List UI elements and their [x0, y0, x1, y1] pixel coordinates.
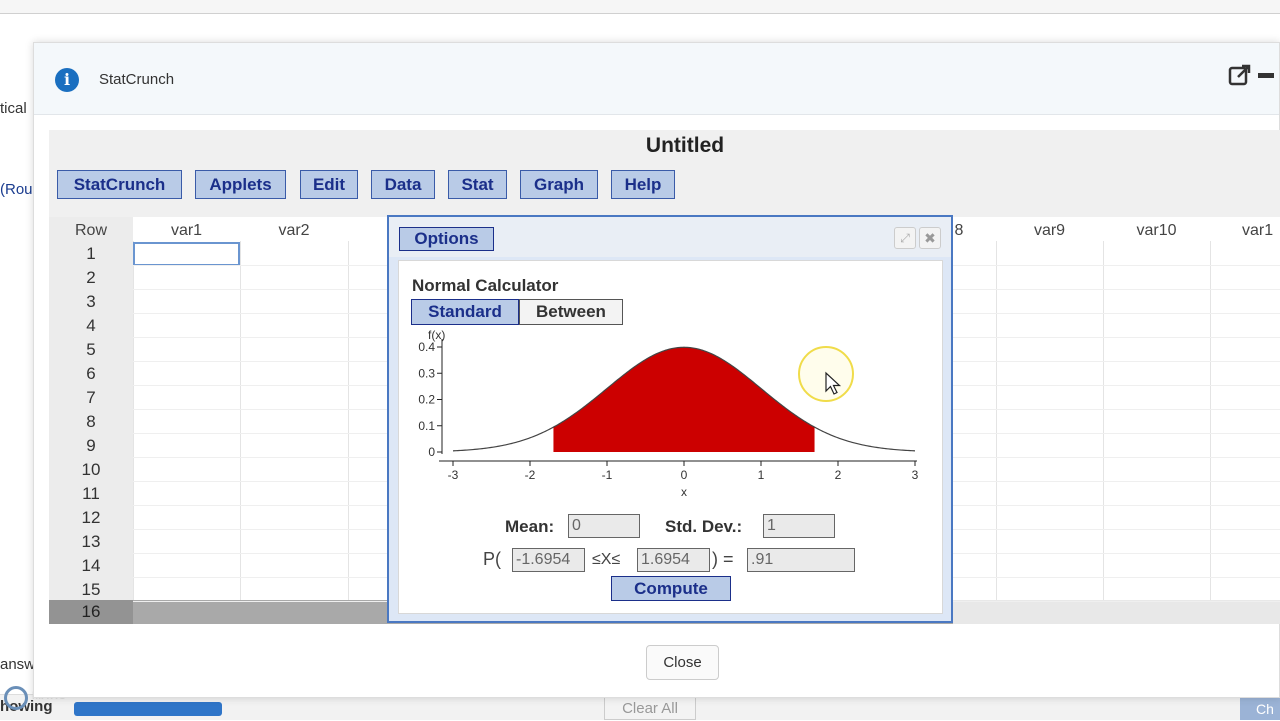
background-link[interactable]: (Rou: [0, 181, 33, 198]
menu-graph[interactable]: Graph: [520, 170, 598, 199]
row-16-right-cells: [953, 600, 1280, 624]
normal-distribution-plot: -3 -2 -1 0 1 2 3 0 0.1 0.2 0.3 0.4f(x) x: [418, 328, 919, 499]
x-tick-label: 0: [681, 468, 688, 482]
row-number: 14: [81, 556, 101, 575]
info-icon: i: [55, 68, 79, 92]
mean-field[interactable]: 0: [568, 514, 640, 538]
row-number: 6: [86, 364, 96, 383]
row-number: 10: [81, 460, 101, 479]
sheet-title: Untitled: [645, 134, 725, 157]
tab-standard[interactable]: Standard: [411, 299, 519, 325]
menu-edit[interactable]: Edit: [300, 170, 358, 199]
upper-bound-field[interactable]: 1.6954: [637, 548, 710, 572]
mean-label: Mean:: [505, 517, 555, 536]
watermark-logo: [4, 686, 28, 710]
modal-title: StatCrunch: [99, 71, 175, 88]
options-button[interactable]: Options: [399, 227, 494, 251]
x-axis-label: x: [681, 485, 687, 499]
x-tick-label: 3: [912, 468, 919, 482]
minimize-icon[interactable]: [1258, 73, 1274, 78]
modal-header: i StatCrunch: [34, 43, 1279, 115]
progress-bar: [74, 702, 222, 716]
probability-label: P(: [483, 549, 501, 569]
background-text: answ: [0, 656, 36, 673]
mouse-cursor-icon: [825, 371, 842, 395]
inequality-label: ≤X≤: [592, 551, 621, 568]
row-number: 13: [81, 532, 101, 551]
row-number: 7: [86, 388, 96, 407]
close-button[interactable]: Close: [646, 645, 719, 680]
y-tick-label: 0.1: [418, 419, 435, 433]
std-dev-label: Std. Dev.:: [665, 517, 743, 536]
x-tick-label: -1: [602, 468, 613, 482]
x-tick-label: 2: [835, 468, 842, 482]
column-header-var9[interactable]: var9: [996, 222, 1103, 240]
lower-bound-field[interactable]: -1.6954: [512, 548, 585, 572]
row-number: 5: [86, 340, 96, 359]
row-number: 4: [86, 316, 96, 335]
column-header-var2[interactable]: var2: [240, 222, 348, 240]
selected-cell[interactable]: [133, 242, 240, 266]
check-answer-button[interactable]: Ch: [1240, 698, 1280, 720]
y-tick-label: 0.3: [418, 366, 435, 380]
row-number: 2: [86, 268, 96, 287]
menu-help[interactable]: Help: [611, 170, 675, 199]
y-tick-label: 0.2: [418, 393, 435, 407]
maximize-icon[interactable]: ⤢: [894, 227, 916, 249]
x-tick-label: 1: [758, 468, 765, 482]
calculator-body: Normal Calculator Standard Between -3 -2-…: [398, 260, 943, 614]
row-number: 11: [82, 484, 100, 503]
menu-applets[interactable]: Applets: [195, 170, 286, 199]
options-header: Options ⤢ ✖: [389, 217, 951, 257]
normal-calculator-window: Options ⤢ ✖ Normal Calculator Standard B…: [387, 215, 953, 623]
tab-between[interactable]: Between: [519, 299, 623, 325]
compute-button[interactable]: Compute: [611, 576, 731, 601]
clear-all-button[interactable]: Clear All: [604, 696, 696, 720]
row-number: 12: [81, 508, 101, 527]
menu-statcrunch[interactable]: StatCrunch: [57, 170, 182, 199]
probability-result-field[interactable]: .91: [747, 548, 855, 572]
column-header-var11[interactable]: var1: [1210, 222, 1280, 240]
popout-icon[interactable]: [1228, 63, 1252, 87]
column-header-var10[interactable]: var10: [1103, 222, 1210, 240]
menu-stat[interactable]: Stat: [448, 170, 507, 199]
equals-label: ) =: [712, 549, 734, 569]
browser-top-bar: [0, 0, 1280, 14]
column-header-row: Row: [74, 222, 107, 239]
row-number-16: 16: [49, 600, 133, 624]
row-number: 15: [81, 580, 101, 599]
row-number: 9: [86, 436, 96, 455]
row-number: 8: [86, 412, 96, 431]
menu-data[interactable]: Data: [371, 170, 435, 199]
y-axis-label: f(x): [428, 328, 445, 342]
calculator-title: Normal Calculator: [412, 276, 559, 295]
x-tick-label: -3: [448, 468, 459, 482]
row-number: 1: [86, 244, 96, 263]
y-tick-label: 0: [428, 445, 435, 459]
close-icon[interactable]: ✖: [919, 227, 941, 249]
background-text: tical: [0, 100, 27, 117]
std-dev-field[interactable]: 1: [763, 514, 835, 538]
y-tick-label: 0.4: [418, 340, 435, 354]
x-tick-label: -2: [525, 468, 536, 482]
column-header-var1[interactable]: var1: [133, 222, 240, 240]
row-number: 3: [86, 292, 96, 311]
